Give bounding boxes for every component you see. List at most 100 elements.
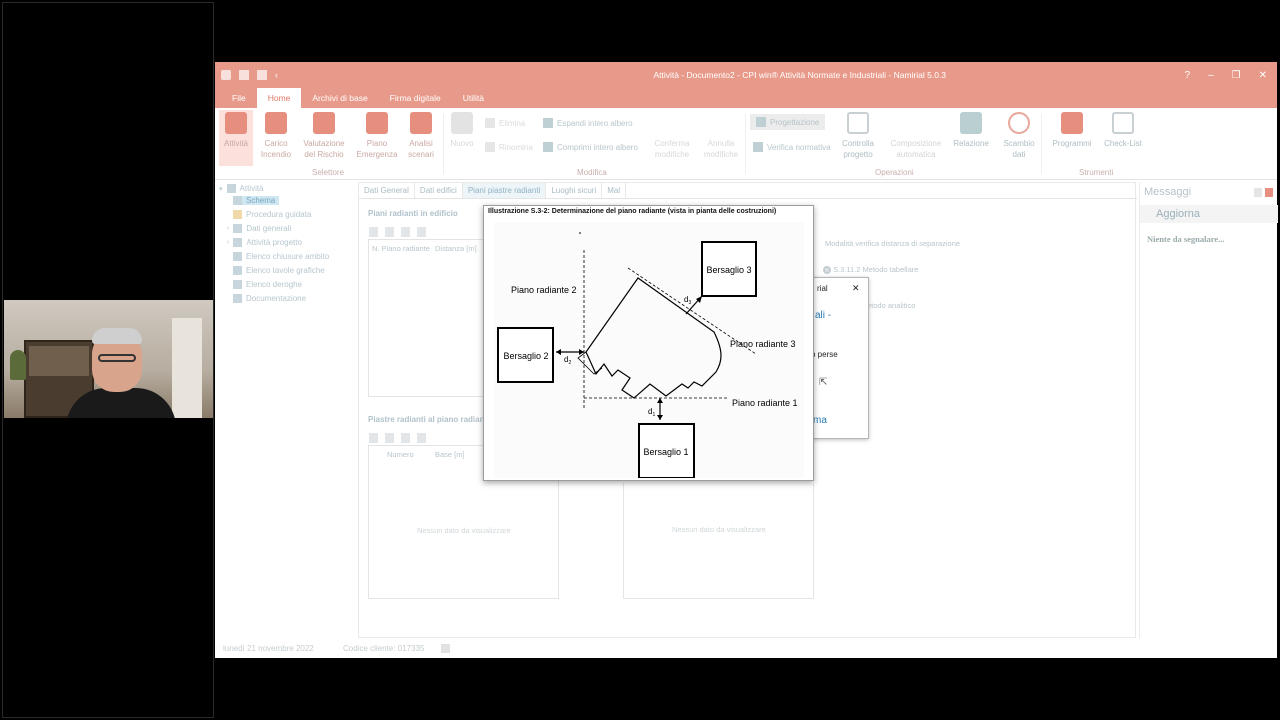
add-icon[interactable] [369,227,378,237]
tab-piani-piastre[interactable]: Piani piastre radianti [462,183,547,198]
close-panel-icon[interactable] [1265,188,1273,197]
piani-panel-title: Piani radianti in edificio [368,209,458,218]
copy-icon[interactable] [401,433,410,443]
tab-mal[interactable]: Mal [602,183,627,198]
minimize-button[interactable]: – [1208,70,1214,81]
undo-icon[interactable]: ‹ [275,70,285,80]
relazione-button[interactable]: Relazione [951,110,991,149]
presenter-hair [92,328,142,344]
app-icon[interactable] [221,70,231,80]
tree-root[interactable]: ▾ Attività [219,184,264,193]
drawing-icon [233,266,242,275]
piano-emergenza-button[interactable]: Piano Emergenza [355,110,399,160]
folder-icon [233,224,243,233]
open-folder-icon[interactable] [239,70,249,80]
tree-item-tavole[interactable]: Elenco tavole grafiche [233,266,325,275]
analisi-scenari-button[interactable]: Analisi scenari [403,110,439,160]
attivita-button[interactable]: Attività [219,110,253,166]
copy-icon[interactable] [401,227,410,237]
verify-icon [753,142,763,152]
tree-item-chiusure[interactable]: Elenco chiusure ambito [233,252,329,261]
radiant-plane-diagram: d2 d1 d3 Bersaglio 3 Bersaglio 2 Bersagl… [494,222,804,478]
bersaglio-3-label: Bersaglio 3 [706,265,751,275]
save-icon[interactable] [257,70,267,80]
printer-icon [960,112,982,134]
pin-icon[interactable] [1254,188,1262,197]
tab-firma[interactable]: Firma digitale [379,88,452,108]
metodo-analitico-radio[interactable]: etodo analitico [867,301,915,310]
comprimi-button[interactable]: Comprimi intero albero [543,142,638,152]
tab-archivi[interactable]: Archivi di base [301,88,378,108]
emergency-icon [366,112,388,134]
controlla-progetto-button[interactable]: Controlla progetto [837,110,879,160]
navigation-tree: ▾ Attività Schema Procedura guidata › Dati… [215,182,355,622]
rinomina-button[interactable]: Rinomina [485,142,533,152]
conferma-button[interactable]: Conferma modifiche [649,110,695,160]
derogation-icon [233,280,242,289]
tree-item-dati-generali[interactable]: › Dati generali [227,224,291,233]
annulla-button[interactable]: Annulla modifiche [699,110,743,160]
folder-icon [233,238,243,247]
tab-dati-edifici[interactable]: Dati edifici [415,183,463,198]
image-icon[interactable] [417,433,426,443]
elimina-button[interactable]: Elimina [485,118,525,128]
metodo-tabellare-radio[interactable]: S.3.11.2 Metodo tabellare [823,265,918,275]
tree-item-attivita-progetto[interactable]: › Attività progetto [227,238,302,247]
document-icon [233,294,242,303]
col-n-piano: N. Piano radiante [372,244,430,253]
checklist-button[interactable]: Check-List [1101,110,1145,149]
tree-item-schema[interactable]: Schema [233,196,280,205]
restore-button[interactable]: ❐ [1232,70,1241,81]
dialog-line-1: ali - [815,310,832,321]
add-icon[interactable] [369,433,378,443]
tree-item-deroghe[interactable]: Elenco deroghe [233,280,302,289]
col-base: Base [m] [435,450,465,459]
close-button[interactable]: ✕ [1259,70,1267,81]
save-status-icon [441,644,450,653]
dialog-line-2: o perse [811,350,838,359]
refresh-icon [1008,112,1030,134]
window-title: Attività - Documento2 - CPI win® Attivit… [653,70,947,80]
messages-title: Messaggi [1144,186,1192,198]
ribbon-separator [1041,114,1042,174]
illustration-figure: d2 d1 d3 Bersaglio 3 Bersaglio 2 Bersagl… [494,222,804,478]
help-button[interactable]: ? [1185,70,1191,81]
composizione-button[interactable]: Composizione automatica [887,110,945,160]
tab-home[interactable]: Home [256,88,302,108]
new-document-icon [451,112,473,134]
ribbon-tabs: File Home Archivi di base Firma digitale… [215,88,1277,108]
content-tabs: Dati General Dati edifici Piani piastre … [359,183,1137,199]
delete-icon[interactable] [385,227,394,237]
valutazione-rischio-button[interactable]: Valutazione del Rischio [299,110,349,160]
progettazione-button[interactable]: Progettazione [750,114,826,130]
root-icon [226,184,236,193]
espandi-button[interactable]: Espandi intero albero [543,118,633,128]
tab-file[interactable]: File [221,88,257,108]
scambio-dati-button[interactable]: Scambio dati [1001,110,1037,160]
verifica-normativa-button[interactable]: Verifica normativa [753,142,831,152]
dialog-close-button[interactable]: ✕ [852,283,860,294]
check-icon [661,112,683,134]
nuovo-button[interactable]: Nuovo [447,110,477,149]
tree-item-documentazione[interactable]: Documentazione [233,294,306,303]
image-icon[interactable] [417,227,426,237]
tab-dati-general[interactable]: Dati General [359,183,415,198]
tab-luoghi-sicuri[interactable]: Luoghi sicuri [546,183,603,198]
programs-icon [1061,112,1083,134]
programmi-button[interactable]: Programmi [1049,110,1095,149]
piastre-toolbar [369,433,426,443]
tab-utilita[interactable]: Utilità [452,88,495,108]
refresh-button[interactable]: Aggiorna [1140,205,1278,223]
door [172,318,202,418]
delete-icon[interactable] [385,433,394,443]
carico-incendio-button[interactable]: Carico Incendio [257,110,295,160]
tree-item-procedura[interactable]: Procedura guidata [233,210,311,219]
illustration-dialog: Illustrazione S.3-2: Determinazione del … [483,205,814,481]
fire-icon [313,112,335,134]
dialog-link[interactable]: ma [813,415,827,426]
illustration-title: Illustrazione S.3-2: Determinazione del … [488,208,777,215]
ribbon-separator [745,114,746,174]
delete-icon [485,118,495,128]
plant [10,350,26,380]
quick-access-toolbar: ‹ [215,70,415,80]
